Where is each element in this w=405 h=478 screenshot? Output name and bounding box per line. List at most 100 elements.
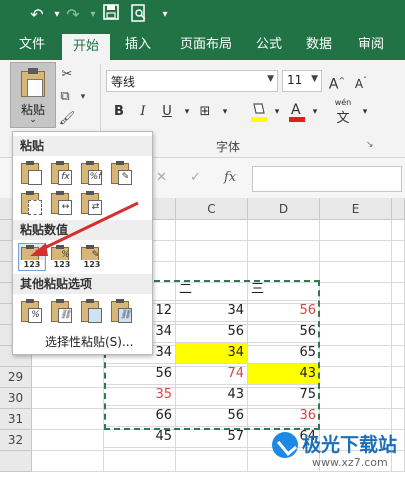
shrink-font-button[interactable]: Aˇ	[352, 71, 370, 91]
paste-formatting-icon[interactable]: %	[19, 298, 45, 324]
insert-function-icon[interactable]: fx	[224, 170, 236, 185]
fill-color-icon[interactable]	[250, 100, 268, 124]
grid-cell[interactable]	[32, 409, 104, 430]
grid-cell[interactable]	[176, 220, 248, 241]
phonetic-guide-icon[interactable]: wén 文	[332, 98, 354, 126]
cell-d[interactable]: 36	[248, 406, 320, 427]
cell-c[interactable]: 56	[176, 406, 248, 427]
cell-c[interactable]: 二	[176, 280, 248, 301]
grid-cell[interactable]	[32, 388, 104, 409]
row-header[interactable]: 32	[0, 430, 32, 451]
grid-cell[interactable]	[320, 325, 392, 346]
borders-dropdown-icon[interactable]: ▾	[216, 102, 234, 122]
paste-linked-picture-icon[interactable]: ⛓	[109, 298, 135, 324]
paste-link-icon[interactable]: ⛓	[49, 298, 75, 324]
grid-cell[interactable]	[392, 388, 405, 409]
underline-dropdown-icon[interactable]: ▾	[178, 102, 196, 122]
grid-cell[interactable]	[392, 262, 405, 283]
column-header-d[interactable]: D	[248, 198, 320, 220]
phonetic-dropdown-icon[interactable]: ▾	[356, 102, 374, 122]
cell-c[interactable]: 74	[176, 364, 248, 385]
grid-cell[interactable]	[392, 304, 405, 325]
font-color-icon[interactable]: A	[288, 100, 306, 124]
tab-file[interactable]: 文件	[8, 30, 56, 60]
column-header-f[interactable]	[392, 198, 405, 220]
row-header[interactable]: 29	[0, 367, 32, 388]
grid-cell[interactable]	[320, 220, 392, 241]
row-header[interactable]: 30	[0, 388, 32, 409]
grid-cell[interactable]	[32, 430, 104, 451]
grid-cell[interactable]	[32, 367, 104, 388]
grid-cell[interactable]	[320, 283, 392, 304]
undo-icon[interactable]: ↶	[26, 4, 48, 26]
formula-input[interactable]	[252, 166, 402, 192]
transpose-icon[interactable]: ⇄	[79, 190, 105, 216]
cell-d[interactable]: 43	[248, 364, 320, 385]
tab-data[interactable]: 数据	[296, 30, 342, 60]
row-header[interactable]: 31	[0, 409, 32, 430]
tab-insert[interactable]: 插入	[114, 30, 162, 60]
cell-c[interactable]: 34	[176, 301, 248, 322]
cell-b[interactable]: 45	[104, 427, 176, 448]
tab-home[interactable]: 开始	[62, 34, 110, 60]
font-name-combo[interactable]: 等线 ▼	[106, 70, 278, 92]
cancel-icon[interactable]: ✕	[156, 170, 167, 185]
grid-cell[interactable]	[320, 388, 392, 409]
column-header-e[interactable]: E	[320, 198, 392, 220]
format-painter-icon[interactable]: 🖌	[58, 110, 76, 128]
paste-values-icon[interactable]: 123	[18, 243, 46, 271]
cell-b[interactable]: 35	[104, 385, 176, 406]
print-preview-icon[interactable]	[128, 4, 150, 26]
grid-cell[interactable]	[392, 346, 405, 367]
paste-formulas-number-formatting-icon[interactable]: %f	[79, 160, 105, 186]
paste-formulas-icon[interactable]: fx	[49, 160, 75, 186]
keep-column-widths-icon[interactable]: ↔	[49, 190, 75, 216]
grid-cell[interactable]	[248, 241, 320, 262]
bold-button[interactable]: B	[110, 102, 128, 122]
grow-font-button[interactable]: A^	[328, 71, 346, 93]
italic-button[interactable]: I	[134, 102, 152, 122]
grid-cell[interactable]	[104, 451, 176, 472]
tab-formulas[interactable]: 公式	[246, 30, 292, 60]
row-header[interactable]	[0, 451, 32, 472]
paste-values-source-formatting-icon[interactable]: 123 ✎	[79, 244, 105, 270]
cell-c[interactable]: 57	[176, 427, 248, 448]
grid-cell[interactable]	[176, 241, 248, 262]
grid-cell[interactable]	[320, 367, 392, 388]
cell-d[interactable]: 56	[248, 322, 320, 343]
fill-color-dropdown-icon[interactable]: ▾	[268, 102, 286, 122]
grid-cell[interactable]	[392, 220, 405, 241]
grid-cell[interactable]	[392, 325, 405, 346]
cell-b[interactable]: 56	[104, 364, 176, 385]
cut-icon[interactable]: ✂	[58, 66, 76, 84]
grid-cell[interactable]	[176, 451, 248, 472]
cell-b[interactable]: 66	[104, 406, 176, 427]
copy-dropdown-icon[interactable]: ▾	[74, 88, 92, 106]
column-header-c[interactable]: C	[176, 198, 248, 220]
keep-source-formatting-icon[interactable]: ✎	[109, 160, 135, 186]
tab-review[interactable]: 审阅	[348, 30, 394, 60]
grid-cell[interactable]	[320, 304, 392, 325]
font-color-dropdown-icon[interactable]: ▾	[306, 102, 324, 122]
underline-button[interactable]: U	[158, 102, 176, 122]
copy-icon[interactable]: ⧉	[56, 88, 74, 106]
grid-cell[interactable]	[392, 241, 405, 262]
cell-c[interactable]: 34	[176, 343, 248, 364]
cell-c[interactable]: 43	[176, 385, 248, 406]
grid-cell[interactable]	[320, 241, 392, 262]
cell-d[interactable]: 75	[248, 385, 320, 406]
save-icon[interactable]	[100, 4, 122, 26]
customize-toolbar-icon[interactable]: ▾	[154, 4, 176, 26]
borders-icon[interactable]: ⊞	[196, 102, 214, 122]
grid-cell[interactable]	[32, 451, 104, 472]
paste-picture-icon[interactable]	[79, 298, 105, 324]
paste-values-number-formatting-icon[interactable]: 123%	[49, 244, 75, 270]
grid-cell[interactable]	[392, 367, 405, 388]
cell-d[interactable]: 56	[248, 301, 320, 322]
grid-cell[interactable]	[320, 262, 392, 283]
no-borders-icon[interactable]	[19, 190, 45, 216]
paste-icon[interactable]	[19, 160, 45, 186]
grid-cell[interactable]	[320, 346, 392, 367]
font-dialog-launcher-icon[interactable]: ↘	[366, 140, 376, 150]
paste-special-menu-item[interactable]: 选择性粘贴(S)...	[45, 333, 133, 350]
